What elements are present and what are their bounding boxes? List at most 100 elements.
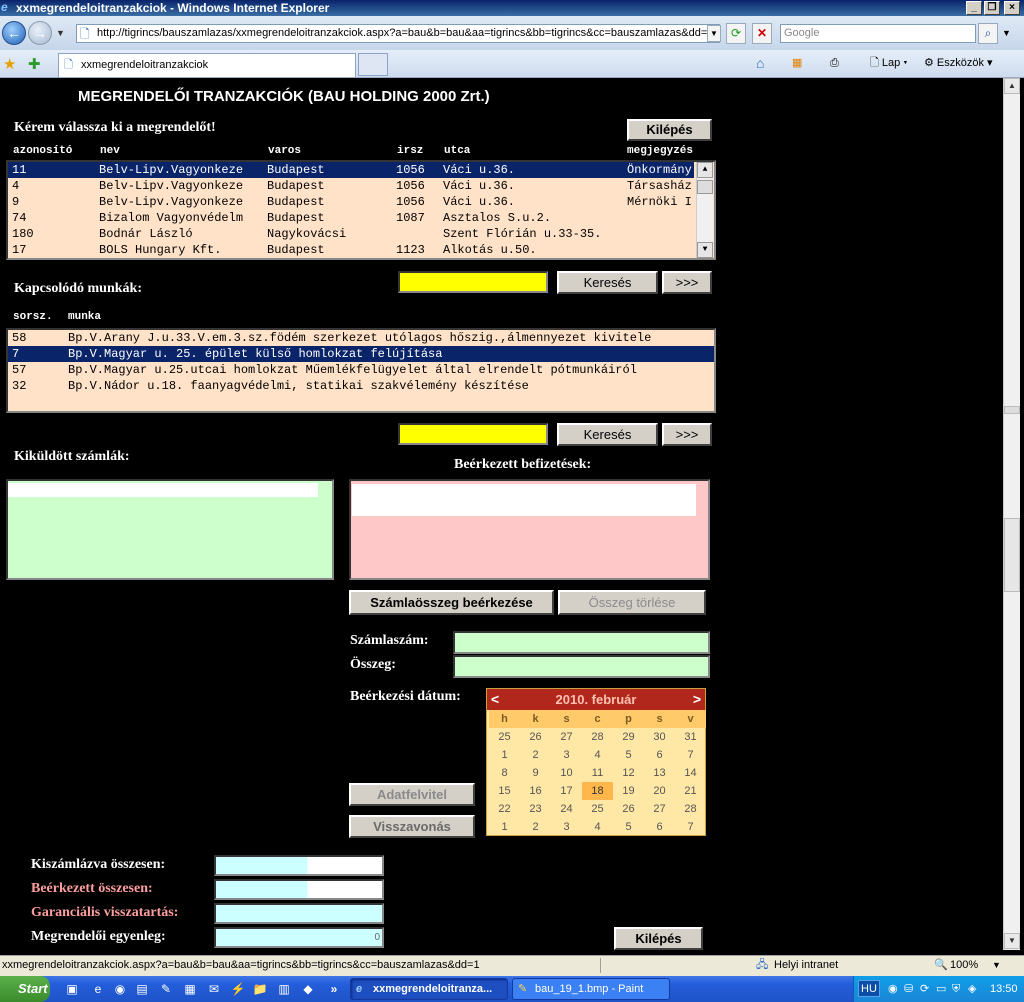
calendar-day[interactable]: 8 (489, 764, 520, 782)
minimize-button[interactable]: _ (966, 1, 982, 15)
cancel-button[interactable]: Visszavonás (349, 815, 475, 838)
customer-row[interactable]: 180 Bodnár László Nagykovácsi Szent Flórián… (8, 226, 694, 242)
calendar-day[interactable]: 6 (644, 818, 675, 836)
calendar-day[interactable]: 22 (489, 800, 520, 818)
calendar-day[interactable]: 19 (613, 782, 644, 800)
calendar-day[interactable]: 9 (520, 764, 551, 782)
exit-button-bottom[interactable]: Kilépés (614, 927, 703, 950)
quicklaunch-network-icon[interactable]: ▥ (276, 981, 292, 997)
quicklaunch-desktop-icon[interactable]: ▣ (64, 981, 80, 997)
tray-shield-icon[interactable]: ⛨ (952, 976, 960, 1002)
calendar-day[interactable]: 12 (613, 764, 644, 782)
quicklaunch-explorer-icon[interactable]: 📁 (252, 981, 268, 997)
start-button[interactable]: Start (0, 976, 50, 1002)
customer-list-scrollbar[interactable]: ▲ ▼ (696, 162, 713, 258)
calendar-day[interactable]: 26 (520, 728, 551, 746)
feeds-icon[interactable]: ▦ (792, 55, 802, 71)
tray-monitor-icon[interactable]: ▭ (936, 976, 946, 1002)
receive-amount-button[interactable]: Számlaösszeg beérkezése (349, 590, 554, 615)
search-icon[interactable]: ⌕ (978, 23, 998, 44)
tray-security-icon[interactable]: ◈ (968, 976, 976, 1002)
history-dropdown-icon[interactable]: ▼ (56, 28, 65, 38)
add-favorite-icon[interactable]: ✚ (28, 55, 41, 73)
calendar-day[interactable]: 4 (582, 818, 613, 836)
print-icon[interactable]: ⎙ (830, 55, 839, 71)
calendar-day[interactable]: 2 (520, 818, 551, 836)
quicklaunch-ie-icon[interactable]: e (90, 981, 106, 997)
calendar[interactable]: < 2010. február > hkscpsv 25 26 27 28 29 30 31… (486, 688, 706, 836)
job-row[interactable]: 32 Bp.V.Nádor u.18. faanyagvédelmi, stati… (8, 378, 714, 394)
calendar-prev-icon[interactable]: < (491, 689, 499, 710)
job-row[interactable]: 57 Bp.V.Magyar u.25.utcai homlokzat Műeml… (8, 362, 714, 378)
customer-next-button[interactable]: >>> (662, 271, 712, 294)
page-scrollbar[interactable]: ▲ ▼ (1003, 78, 1020, 950)
exit-button-top[interactable]: Kilépés (627, 119, 712, 141)
maximize-button[interactable]: ❐ (984, 1, 1000, 15)
payments-list[interactable] (349, 479, 710, 580)
list-scroll-down-icon[interactable]: ▼ (697, 242, 713, 258)
scroll-up-icon[interactable]: ▲ (1004, 78, 1020, 94)
calendar-day[interactable]: 2 (520, 746, 551, 764)
calendar-day[interactable]: 31 (675, 728, 706, 746)
jobs-search-input[interactable] (398, 423, 548, 445)
close-button[interactable]: × (1004, 1, 1020, 15)
customer-search-input[interactable] (398, 271, 548, 293)
scroll-down-icon[interactable]: ▼ (1004, 933, 1020, 949)
list-scroll-up-icon[interactable]: ▲ (697, 162, 713, 178)
calendar-next-icon[interactable]: > (693, 689, 701, 710)
delete-amount-button[interactable]: Összeg törlése (558, 590, 706, 615)
task-paint-window[interactable]: ✎ bau_19_1.bmp - Paint (512, 978, 670, 1000)
tray-update-icon[interactable]: ⟳ (920, 976, 929, 1002)
calendar-day[interactable]: 15 (489, 782, 520, 800)
calendar-day[interactable]: 21 (675, 782, 706, 800)
customer-row[interactable]: 4 Belv-Lipv.Vagyonkeze Budapest 1056 Váci u.… (8, 178, 694, 194)
calendar-day[interactable]: 30 (644, 728, 675, 746)
calendar-day[interactable]: 24 (551, 800, 582, 818)
quicklaunch-more-icon[interactable]: » (326, 981, 342, 997)
task-ie-window[interactable]: e xxmegrendeloitranza... (350, 978, 508, 1000)
stop-icon[interactable]: ✕ (752, 23, 772, 44)
calendar-day[interactable]: 11 (582, 764, 613, 782)
home-icon[interactable]: ⌂ (756, 55, 764, 71)
amount-input[interactable] (453, 655, 710, 678)
quicklaunch-extra-icon[interactable]: ◆ (300, 981, 316, 997)
calendar-day[interactable]: 16 (520, 782, 551, 800)
calendar-day[interactable]: 27 (551, 728, 582, 746)
zoom-icon[interactable]: 🔍 (934, 956, 948, 975)
job-row[interactable]: 7 Bp.V.Magyar u. 25. épület külső homlokz… (8, 346, 714, 362)
payments-list-row[interactable] (352, 484, 696, 516)
job-row[interactable]: 58 Bp.V.Arany J.u.33.V.em.3.sz.födém szer… (8, 330, 714, 346)
save-data-button[interactable]: Adatfelvitel (349, 783, 475, 806)
customer-search-button[interactable]: Keresés (557, 271, 658, 294)
new-tab-button[interactable] (358, 53, 388, 76)
calendar-day[interactable]: 28 (582, 728, 613, 746)
invoices-list-row[interactable] (8, 483, 318, 497)
calendar-day[interactable]: 27 (644, 800, 675, 818)
invoices-list[interactable] (6, 479, 334, 580)
forward-icon[interactable]: → (28, 21, 52, 45)
tray-antivirus-icon[interactable]: ◉ (888, 976, 898, 1002)
jobs-list[interactable]: 58 Bp.V.Arany J.u.33.V.em.3.sz.födém szer… (6, 328, 716, 413)
quicklaunch-app-icon[interactable]: ▦ (182, 981, 198, 997)
window-title-bar[interactable]: e xxmegrendeloitranzakciok - Windows Int… (0, 0, 1024, 16)
calendar-day[interactable]: 25 (489, 728, 520, 746)
scroll-thumb[interactable] (1004, 518, 1020, 592)
calendar-day[interactable]: 29 (613, 728, 644, 746)
search-options-icon[interactable]: ▼ (1002, 28, 1011, 38)
calendar-day[interactable]: 13 (644, 764, 675, 782)
zoom-dropdown-icon[interactable]: ▼ (992, 956, 1001, 975)
customer-row[interactable]: 17 BOLS Hungary Kft. Budapest 1123 Alkotás u… (8, 242, 694, 258)
calendar-day[interactable]: 18 (582, 782, 613, 800)
calendar-day[interactable]: 23 (520, 800, 551, 818)
customer-row[interactable]: 74 Bizalom Vagyonvédelm Budapest 1087 Asztal… (8, 210, 694, 226)
calendar-day[interactable]: 25 (582, 800, 613, 818)
calendar-day[interactable]: 20 (644, 782, 675, 800)
quicklaunch-folder-icon[interactable]: ▤ (134, 981, 150, 997)
jobs-search-button[interactable]: Keresés (557, 423, 658, 446)
status-zoom[interactable]: 100% (950, 956, 978, 975)
calendar-day[interactable]: 1 (489, 746, 520, 764)
clock[interactable]: 13:50 (990, 976, 1018, 1002)
language-indicator[interactable]: HU (858, 980, 880, 997)
page-menu[interactable]: 🗋 Lap ▾ (870, 55, 907, 71)
favorites-star-icon[interactable]: ★ (3, 55, 16, 73)
